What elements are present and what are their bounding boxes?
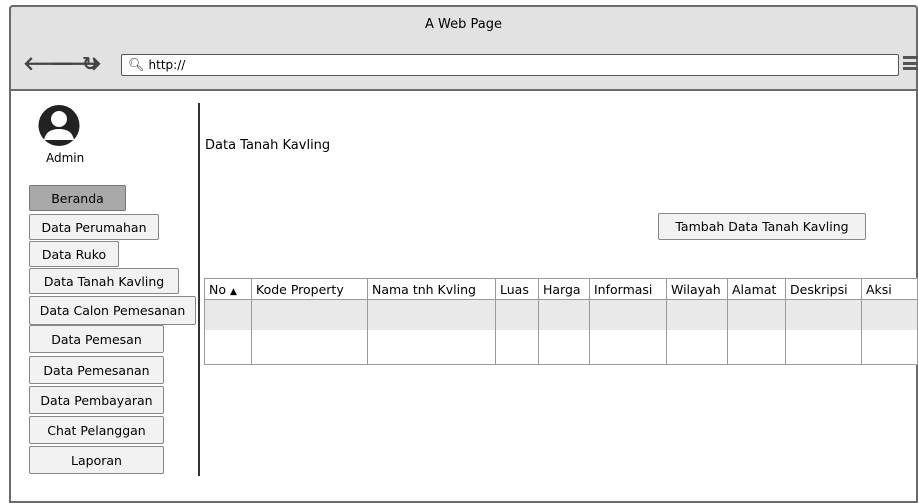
sidebar-item-chat-pelanggan[interactable]: Chat Pelanggan [29,416,164,444]
search-icon: 🔍︎ [128,57,145,73]
column-header-informasi[interactable]: Informasi [589,278,667,300]
add-tanah-kavling-button[interactable]: Tambah Data Tanah Kavling [658,213,866,240]
column-header-no[interactable]: No ▲ [204,278,252,300]
window-title: A Web Page [425,16,502,32]
url-text: http:// [148,58,186,72]
url-input[interactable]: 🔍︎ http:// [121,54,899,76]
user-avatar-icon [38,105,80,146]
column-header-alamat[interactable]: Alamat [727,278,786,300]
column-header-kode-property[interactable]: Kode Property [251,278,368,300]
column-header-luas[interactable]: Luas [495,278,539,300]
sidebar-item-data-ruko[interactable]: Data Ruko [29,241,119,267]
reload-icon[interactable]: ↻ [82,54,98,74]
page-title: Data Tanah Kavling [205,138,331,153]
column-header-nama[interactable]: Nama tnh Kvling [367,278,496,300]
hamburger-icon[interactable] [903,56,918,70]
data-table: No ▲ Kode Property Nama tnh Kvling Luas H… [204,278,918,365]
column-header-harga[interactable]: Harga [538,278,590,300]
sidebar-item-data-perumahan[interactable]: Data Perumahan [29,214,159,240]
sidebar-item-beranda[interactable]: Beranda [29,185,126,211]
browser-toolbar: 🡐 🡒 ↻ 🔍︎ http:// [9,41,918,91]
table-row [204,329,918,365]
column-header-wilayah[interactable]: Wilayah [666,278,728,300]
sidebar-item-data-tanah-kavling[interactable]: Data Tanah Kavling [29,268,179,294]
sidebar-item-data-pembayaran[interactable]: Data Pembayaran [29,386,164,414]
column-header-aksi[interactable]: Aksi [861,278,918,300]
sidebar-item-data-pemesan[interactable]: Data Pemesan [29,325,164,353]
table-header-row: No ▲ Kode Property Nama tnh Kvling Luas H… [204,278,918,300]
sidebar-item-data-pemesanan[interactable]: Data Pemesanan [29,356,164,384]
user-label: Admin [46,151,85,165]
sidebar-item-laporan[interactable]: Laporan [29,446,164,474]
column-header-deskripsi[interactable]: Deskripsi [785,278,862,300]
sidebar-item-data-calon-pemesanan[interactable]: Data Calon Pemesanan [29,296,196,325]
sort-asc-icon[interactable]: ▲ [230,287,237,297]
window-titlebar: A Web Page [9,5,918,43]
table-row [204,299,918,330]
sidebar-divider [198,103,200,476]
